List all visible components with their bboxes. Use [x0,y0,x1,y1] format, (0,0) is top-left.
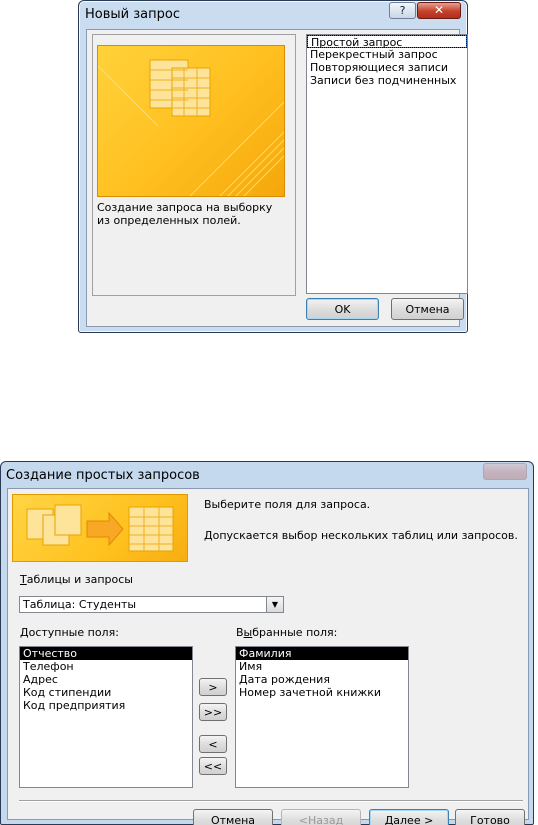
available-fields-list[interactable]: Отчество Телефон Адрес Код стипендии Код пре… [19,646,193,788]
available-fields-label: Доступные поля: [20,626,119,639]
add-all-fields-button[interactable]: >> [199,703,227,721]
query-description: Создание запроса на выборку из определен… [97,201,273,227]
list-item[interactable]: Фамилия [236,647,408,660]
add-field-button[interactable]: > [199,678,227,696]
dialog-body: Создание запроса на выборку из определен… [86,29,468,327]
dialog-title: Новый запрос [85,7,180,22]
list-item[interactable]: Простой запрос [307,35,467,49]
remove-field-button[interactable]: < [199,735,227,753]
close-button[interactable]: ✕ [417,2,461,19]
list-item[interactable]: Имя [236,660,408,673]
wizard-banner-image [12,494,188,562]
tables-label: Таблицы и запросы [20,573,133,586]
selected-fields-label: Выбранные поля: [236,626,338,639]
wizard-instruction: Выберите поля для запроса. [204,498,371,511]
list-item[interactable]: Отчество [20,647,192,660]
close-button[interactable] [483,463,527,480]
list-item[interactable]: Перекрестный запрос [307,48,467,61]
list-item[interactable]: Повторяющиеся записи [307,61,467,74]
list-item[interactable]: Код предприятия [20,699,192,712]
footer-separator [19,800,523,802]
list-item[interactable]: Адрес [20,673,192,686]
ok-button[interactable]: OK [306,298,379,320]
chevron-down-icon[interactable]: ▼ [266,597,283,612]
list-item[interactable]: Код стипендии [20,686,192,699]
list-item[interactable]: Записи без подчиненных [307,74,467,87]
help-button[interactable]: ? [389,2,416,19]
tables-combobox[interactable]: Таблица: Студенты ▼ [19,596,284,613]
cancel-button[interactable]: Отмена [193,809,273,825]
query-type-list[interactable]: Простой запрос Перекрестный запрос Повторя… [306,34,468,294]
wizard-body: Выберите поля для запроса. Допускается в… [7,488,529,825]
back-button[interactable]: < Назад [281,809,361,825]
simple-query-wizard: Создание простых запросов Выберите поля … [0,461,534,825]
list-item[interactable]: Номер зачетной книжки [236,686,408,699]
preview-panel: Создание запроса на выборку из определен… [92,34,296,296]
dialog-title: Создание простых запросов [6,468,200,483]
new-query-dialog: Новый запрос ? ✕ Создание запроса на выб… [78,0,468,333]
finish-button[interactable]: Готово [455,809,525,825]
query-preview-image [97,45,285,197]
next-button[interactable]: Далее > [369,809,449,825]
list-item[interactable]: Телефон [20,660,192,673]
cancel-button[interactable]: Отмена [391,298,464,320]
selected-fields-list[interactable]: Фамилия Имя Дата рождения Номер зачетной кн… [235,646,409,788]
list-item[interactable]: Дата рождения [236,673,408,686]
tables-combobox-value: Таблица: Студенты [23,598,137,611]
wizard-hint: Допускается выбор нескольких таблиц или … [204,529,518,542]
remove-all-fields-button[interactable]: << [199,757,227,775]
title-bar[interactable]: Новый запрос ? ✕ [79,1,467,29]
